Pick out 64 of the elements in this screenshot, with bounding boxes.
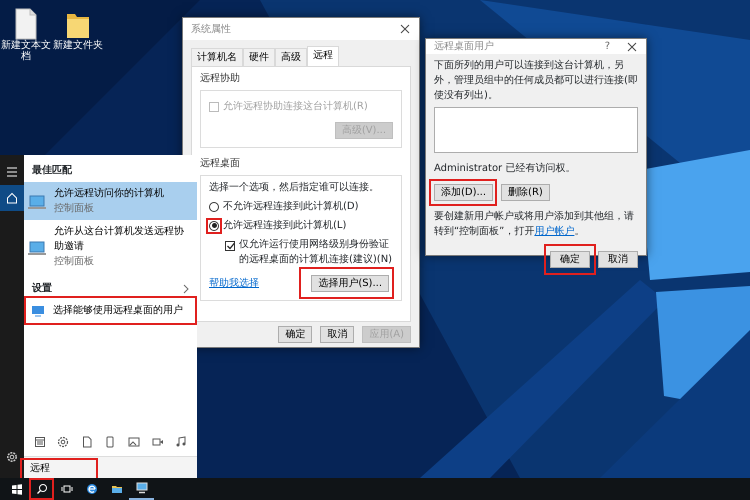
group-title: 远程桌面 (200, 156, 241, 171)
tab[interactable]: 计算机名 (191, 48, 243, 66)
user-button[interactable]: 添加(D)... (434, 184, 494, 201)
window-title: 系统属性 (191, 22, 231, 36)
instruction-text: 要创建新用户帐户或将用户添加到其他组，请转到“控制面板”，打开用户帐户。 (434, 210, 635, 239)
search-field[interactable]: 远程 (24, 457, 197, 478)
video-icon[interactable] (152, 436, 164, 448)
search-icon[interactable] (36, 483, 48, 495)
select-users-button[interactable]: 选择用户(S)... (311, 275, 389, 292)
checkbox-label: 仅允许运行使用网络级别身份验证的远程桌面的计算机连接(建议)(N) (239, 238, 393, 267)
group-title: 远程协助 (200, 72, 241, 86)
checkbox-label: 允许远程协助连接这台计算机(R) (223, 100, 368, 114)
result-subtitle: 控制面板 (54, 202, 95, 216)
icon-label: 新建文件夹 (53, 40, 103, 51)
icon-label: 新建文本文档 (0, 40, 52, 62)
help-link[interactable]: 帮助我选择 (209, 276, 259, 291)
document-icon[interactable] (80, 436, 93, 448)
dialog-button[interactable]: 确定 (278, 326, 312, 343)
browser-icon[interactable] (86, 483, 98, 495)
radio-label: 允许远程连接到此计算机(L) (223, 218, 346, 233)
folder-icon[interactable] (110, 483, 122, 495)
tab[interactable]: 远程 (307, 46, 339, 66)
close-icon[interactable] (399, 23, 411, 35)
dialog-button[interactable]: 取消 (320, 326, 354, 343)
search-result[interactable]: 选择能够使用远程桌面的用户 (27, 299, 194, 322)
checkbox[interactable] (225, 241, 235, 251)
computer-icon[interactable] (136, 482, 148, 494)
computer-icon (28, 238, 46, 254)
close-icon[interactable] (626, 40, 638, 52)
user-button[interactable]: 删除(R) (501, 184, 550, 201)
photo-icon[interactable] (128, 436, 140, 448)
access-note: Administrator 已经有访问权。 (434, 162, 576, 176)
dialog-button[interactable]: 取消 (598, 251, 638, 268)
result-title: 允许远程访问你的计算机 (54, 186, 164, 201)
radio-label: 不允许远程连接到此计算机(D) (223, 200, 359, 214)
result-subtitle: 控制面板 (54, 254, 95, 269)
search-result[interactable]: 允许远程访问你的计算机 控制面板 (24, 182, 197, 220)
task-view-icon[interactable] (60, 483, 72, 495)
search-result[interactable]: 允许从这台计算机发送远程协助邀请 控制面板 (24, 220, 197, 273)
hint-text: 选择一个选项，然后指定谁可以连接。 (209, 180, 380, 195)
result-title: 选择能够使用远程桌面的用户 (53, 304, 183, 318)
section-header: 设置 (32, 282, 52, 296)
chevron-right-icon[interactable] (183, 284, 189, 294)
computer-icon (28, 193, 46, 209)
window-icon[interactable] (34, 436, 46, 448)
description-text: 下面所列的用户可以连接到这台计算机，另外，管理员组中的任何成员都可以进行连接(即使没有列出)。 (434, 58, 638, 103)
home-icon[interactable] (6, 192, 18, 204)
windows-logo-icon[interactable] (10, 483, 22, 495)
help-button[interactable]: ? (604, 39, 610, 54)
user-accounts-link[interactable]: 用户帐户 (534, 226, 574, 237)
tab[interactable]: 高级 (275, 48, 307, 66)
radio-button[interactable] (209, 220, 219, 230)
settings-icon[interactable] (6, 451, 18, 463)
radio-button[interactable] (209, 202, 219, 212)
monitor-icon (31, 304, 45, 316)
phone-icon[interactable] (104, 436, 116, 448)
gear-icon[interactable] (57, 436, 70, 448)
tab[interactable]: 硬件 (243, 48, 275, 66)
result-title: 允许从这台计算机发送远程协助邀请 (54, 224, 185, 254)
window-title: 远程桌面用户 (434, 40, 494, 54)
dialog-button[interactable]: 确定 (550, 251, 590, 268)
music-icon[interactable] (175, 436, 188, 448)
menu-icon[interactable] (6, 166, 18, 178)
section-header: 最佳匹配 (31, 164, 73, 178)
